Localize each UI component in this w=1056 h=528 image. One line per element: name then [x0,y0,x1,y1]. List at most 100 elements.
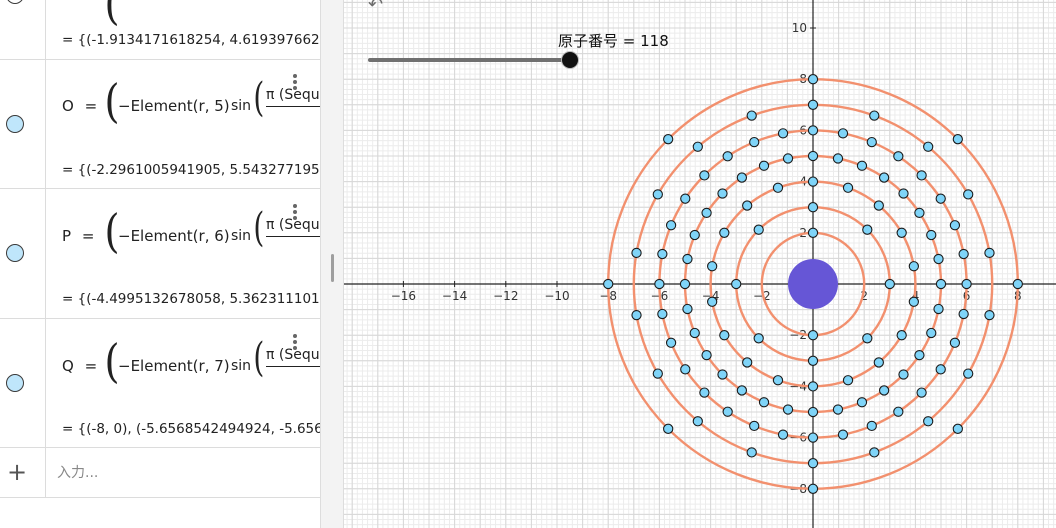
electron-point[interactable] [926,229,937,241]
electron-point[interactable] [916,170,927,181]
electron-point[interactable] [878,172,890,183]
electron-point[interactable] [866,136,877,148]
electron-point[interactable] [893,151,904,162]
electron-point[interactable] [707,261,718,272]
electron-point[interactable] [807,406,819,418]
resize-handle[interactable] [331,254,334,282]
electron-point[interactable] [958,308,969,320]
electron-point[interactable] [665,337,677,348]
electron-point[interactable] [782,153,794,164]
electron-point[interactable] [1012,278,1023,290]
electron-point[interactable] [742,357,753,368]
electron-point[interactable] [746,110,757,121]
electron-point[interactable] [807,483,819,494]
electron-point[interactable] [807,330,819,341]
electron-point[interactable] [837,128,849,139]
electron-point[interactable] [731,278,742,290]
plus-icon[interactable]: + [7,458,27,486]
electron-point[interactable] [866,420,877,432]
electron-point[interactable] [869,447,880,458]
electron-point[interactable] [856,160,868,171]
kebab-menu-icon[interactable] [293,334,297,338]
electron-point[interactable] [652,368,663,379]
slider-track[interactable] [368,58,572,62]
electron-point[interactable] [832,404,844,415]
electron-point[interactable] [949,220,961,231]
visibility-toggle[interactable] [6,374,24,392]
electron-point[interactable] [842,182,854,193]
electron-point[interactable] [772,182,784,193]
electron-point[interactable] [869,110,880,121]
electron-point[interactable] [898,369,909,380]
electron-point[interactable] [984,309,995,321]
visibility-toggle[interactable] [6,244,24,262]
electron-point[interactable] [654,278,665,290]
graphics-view[interactable]: −16 −14 −12 −10 −8 −6 −4 −2 2 4 6 8108642−2−4−6−8 [344,0,1056,528]
electron-point[interactable] [749,420,760,432]
electron-point[interactable] [701,207,712,219]
electron-point[interactable] [680,364,691,375]
electron-point[interactable] [926,327,937,339]
electron-point[interactable] [631,247,642,259]
electron-point[interactable] [908,296,919,307]
electron-point[interactable] [837,429,849,440]
electron-point[interactable] [682,303,693,315]
electron-point[interactable] [916,387,927,398]
electron-point[interactable] [984,247,995,259]
electron-point[interactable] [958,248,969,260]
electron-point[interactable] [807,202,819,213]
electron-point[interactable] [707,296,718,307]
electron-point[interactable] [758,160,770,171]
electron-point[interactable] [680,193,691,204]
kebab-menu-icon[interactable] [293,204,297,208]
electron-point[interactable] [807,458,819,469]
electron-point[interactable] [807,355,819,366]
electron-point[interactable] [856,397,868,408]
algebra-row[interactable]: ( = {(-1.9134171618254, 4.6193976625 [0,0,320,60]
electron-point[interactable] [873,357,884,368]
electron-point[interactable] [908,261,919,272]
electron-point[interactable] [679,278,691,290]
electron-point[interactable] [657,248,668,260]
electron-point[interactable] [884,278,895,290]
electron-point[interactable] [717,188,728,199]
electron-point[interactable] [689,229,700,241]
electron-point[interactable] [692,141,703,152]
electron-point[interactable] [832,153,844,164]
electron-point[interactable] [862,333,873,344]
electron-point[interactable] [807,381,819,392]
electron-point[interactable] [914,207,925,219]
electron-point[interactable] [631,309,642,321]
algebra-input-row[interactable]: + 入力... [0,448,320,498]
electron-point[interactable] [657,308,668,320]
electron-point[interactable] [699,387,710,398]
electron-point[interactable] [807,125,819,136]
electron-point[interactable] [699,170,710,181]
electron-point[interactable] [961,278,972,290]
electron-point[interactable] [746,447,757,458]
electron-point[interactable] [682,253,693,265]
electron-point[interactable] [935,278,947,290]
electron-point[interactable] [749,136,760,148]
electron-point[interactable] [896,330,907,341]
electron-point[interactable] [689,327,700,339]
electron-point[interactable] [663,423,674,434]
algebra-input[interactable]: 入力... [57,462,98,482]
electron-point[interactable] [952,134,963,145]
electron-point[interactable] [603,278,614,290]
electron-point[interactable] [952,423,963,434]
electron-point[interactable] [807,176,819,187]
slider-knob[interactable] [562,52,578,68]
electron-point[interactable] [963,368,974,379]
algebra-row-Q[interactable]: Q = ( −Element(r, 7) sin ( π (Sequ = {(-… [0,319,320,448]
algebra-row-O[interactable]: O = ( −Element(r, 5) sin ( π (Sequ = {(-… [0,60,320,189]
electron-point[interactable] [663,134,674,145]
electron-point[interactable] [807,432,819,443]
electron-point[interactable] [701,349,712,361]
electron-point[interactable] [893,406,904,417]
undo-icon[interactable]: ↶ [368,0,383,15]
electron-point[interactable] [722,406,733,417]
electron-point[interactable] [878,385,890,396]
electron-point[interactable] [807,74,819,85]
electron-point[interactable] [807,150,819,162]
